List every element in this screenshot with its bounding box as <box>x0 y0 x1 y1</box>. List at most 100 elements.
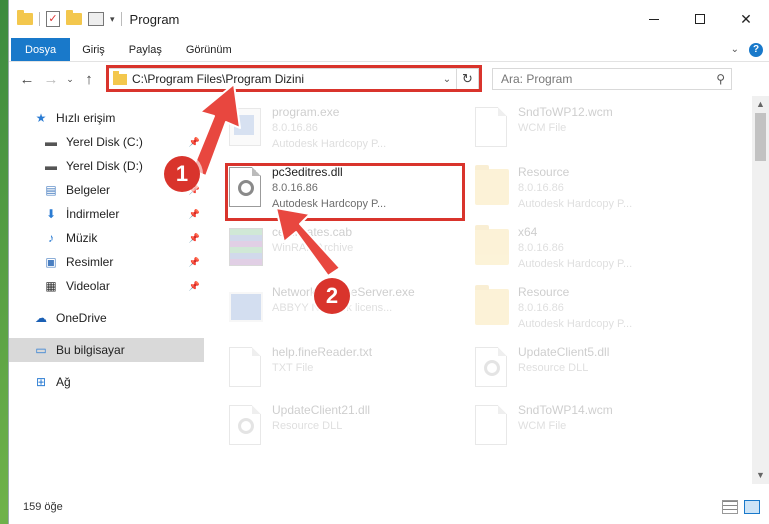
pin-icon: 📌 <box>188 256 200 267</box>
file-description: Autodesk Hardcopy P... <box>272 138 387 150</box>
file-type: TXT File <box>272 362 314 374</box>
details-view-icon[interactable] <box>722 500 738 514</box>
folder-icon <box>472 284 510 330</box>
address-row: ← → ⌄ ↑ C:\Program Files\Program Dizini … <box>9 62 769 96</box>
explorer-window: ✓ ▾ Program ✕ Dosya Giriş Paylaş Görünüm… <box>8 0 769 524</box>
file-item[interactable]: SndToWP12.wcm WCM File <box>472 104 702 162</box>
file-item[interactable]: Resource 8.0.16.86 Autodesk Hardcopy P... <box>472 164 702 222</box>
nav-item-onedrive[interactable]: ☁ OneDrive <box>9 306 204 330</box>
file-name: UpdateClient5.dll <box>518 345 610 359</box>
nav-item-downloads[interactable]: ⬇ İndirmeler 📌 <box>9 202 204 226</box>
file-version: 8.0.16.86 <box>272 182 318 194</box>
address-path[interactable]: C:\Program Files\Program Dizini <box>132 72 304 86</box>
document-icon <box>472 402 510 448</box>
documents-icon: ▤ <box>45 183 57 197</box>
file-version: 8.0.16.86 <box>518 242 564 254</box>
file-type: WCM File <box>518 122 567 134</box>
customize-dropdown-icon[interactable]: ▾ <box>110 14 115 25</box>
nav-item-label: İndirmeler <box>66 207 120 221</box>
nav-item-label: Ağ <box>56 375 71 389</box>
nav-item-label: Yerel Disk (C:) <box>66 135 143 149</box>
ribbon-tabs: Dosya Giriş Paylaş Görünüm ⌄ ? <box>9 38 769 62</box>
file-name: certificates.cab <box>272 225 353 239</box>
close-icon: ✕ <box>740 10 752 27</box>
file-list: program.exe 8.0.16.86 Autodesk Hardcopy P.… <box>204 96 769 480</box>
nav-item-music[interactable]: ♪ Müzik 📌 <box>9 226 204 250</box>
title-bar: ✓ ▾ Program ✕ <box>9 0 769 38</box>
close-button[interactable]: ✕ <box>723 0 769 38</box>
file-item[interactable]: UpdateClient21.dll Resource DLL <box>226 402 456 460</box>
minimize-button[interactable] <box>631 0 677 38</box>
status-bar: 159 öğe <box>9 490 769 524</box>
pin-icon: 📌 <box>188 208 200 219</box>
refresh-icon[interactable]: ↻ <box>456 69 478 89</box>
nav-item-drive-c[interactable]: ▬ Yerel Disk (C:) 📌 <box>9 130 204 154</box>
nav-item-label: Bu bilgisayar <box>56 343 125 357</box>
file-version: 8.0.16.86 <box>272 122 318 134</box>
file-name: UpdateClient21.dll <box>272 403 371 417</box>
drive-icon: ▬ <box>45 159 57 173</box>
file-type: WCM File <box>518 420 567 432</box>
step-badge-1: 1 <box>164 156 200 192</box>
view-options-icon[interactable] <box>88 12 104 26</box>
tiles-view-icon[interactable] <box>744 500 760 514</box>
recent-dropdown-icon[interactable]: ⌄ <box>63 74 77 85</box>
file-item[interactable]: program.exe 8.0.16.86 Autodesk Hardcopy P.… <box>226 104 456 162</box>
nav-item-this-pc[interactable]: ▭ Bu bilgisayar <box>9 338 204 362</box>
file-name: help.fineReader.txt <box>272 345 373 359</box>
dll-gear-icon <box>472 344 510 390</box>
file-item[interactable]: SndToWP14.wcm WCM File <box>472 402 702 460</box>
separator <box>39 12 40 26</box>
address-dropdown-icon[interactable]: ⌄ <box>438 74 456 85</box>
nav-item-network[interactable]: ⊞ Ağ <box>9 370 204 394</box>
exe-file-icon <box>226 104 264 150</box>
file-description: Autodesk Hardcopy P... <box>272 198 387 210</box>
ribbon-right: ⌄ ? <box>731 38 769 61</box>
nav-item-quick-access[interactable]: ★ Hızlı erişim <box>9 106 204 130</box>
search-input[interactable]: Ara: Program ⚲ <box>492 68 732 90</box>
nav-item-pictures[interactable]: ▣ Resimler 📌 <box>9 250 204 274</box>
folder-icon[interactable] <box>17 10 33 25</box>
scroll-down-icon[interactable]: ▼ <box>752 467 769 484</box>
tab-gorunum[interactable]: Görünüm <box>174 38 244 61</box>
up-arrow-icon[interactable]: ↑ <box>77 71 101 88</box>
address-bar[interactable]: C:\Program Files\Program Dizini ⌄ ↻ <box>107 68 479 90</box>
file-item[interactable]: certificates.cab WinRAR Archive <box>226 224 456 282</box>
file-item-pc3editres[interactable]: pc3editres.dll 8.0.16.86 Autodesk Hardcopy… <box>226 164 456 222</box>
file-name: program.exe <box>272 105 340 119</box>
nav-item-label: Hızlı erişim <box>56 111 116 125</box>
properties-check-icon[interactable]: ✓ <box>46 11 60 27</box>
scroll-up-icon[interactable]: ▲ <box>752 96 769 113</box>
tab-giris[interactable]: Giriş <box>70 38 117 61</box>
search-placeholder: Ara: Program <box>501 72 573 86</box>
forward-arrow-icon[interactable]: → <box>39 71 63 88</box>
star-icon: ★ <box>35 111 47 125</box>
file-version: 8.0.16.86 <box>518 182 564 194</box>
file-item[interactable]: help.fineReader.txt TXT File <box>226 344 456 402</box>
scrollbar-thumb[interactable] <box>755 113 766 161</box>
navigation-pane: ★ Hızlı erişim ▬ Yerel Disk (C:) 📌 ▬ Yer… <box>9 96 204 480</box>
search-icon[interactable]: ⚲ <box>716 72 725 86</box>
maximize-button[interactable] <box>677 0 723 38</box>
nav-item-videos[interactable]: ▦ Videolar 📌 <box>9 274 204 298</box>
file-type: Resource DLL <box>272 420 343 432</box>
new-folder-icon[interactable] <box>66 10 82 25</box>
file-item[interactable]: x64 8.0.16.86 Autodesk Hardcopy P... <box>472 224 702 282</box>
expand-ribbon-icon[interactable]: ⌄ <box>731 44 739 55</box>
file-name: x64 <box>518 225 538 239</box>
vertical-scrollbar[interactable]: ▲ ▼ <box>752 96 769 484</box>
archive-icon <box>226 224 264 270</box>
help-icon[interactable]: ? <box>749 42 763 57</box>
folder-icon <box>113 70 127 85</box>
nav-item-label: Resimler <box>66 255 114 269</box>
file-description: Autodesk Hardcopy P... <box>518 258 633 270</box>
tab-dosya[interactable]: Dosya <box>11 38 71 61</box>
back-arrow-icon[interactable]: ← <box>15 71 39 88</box>
file-item[interactable]: Resource 8.0.16.86 Autodesk Hardcopy P... <box>472 284 702 342</box>
document-icon <box>226 344 264 390</box>
tab-paylas[interactable]: Paylaş <box>117 38 174 61</box>
file-item[interactable]: UpdateClient5.dll Resource DLL <box>472 344 702 402</box>
